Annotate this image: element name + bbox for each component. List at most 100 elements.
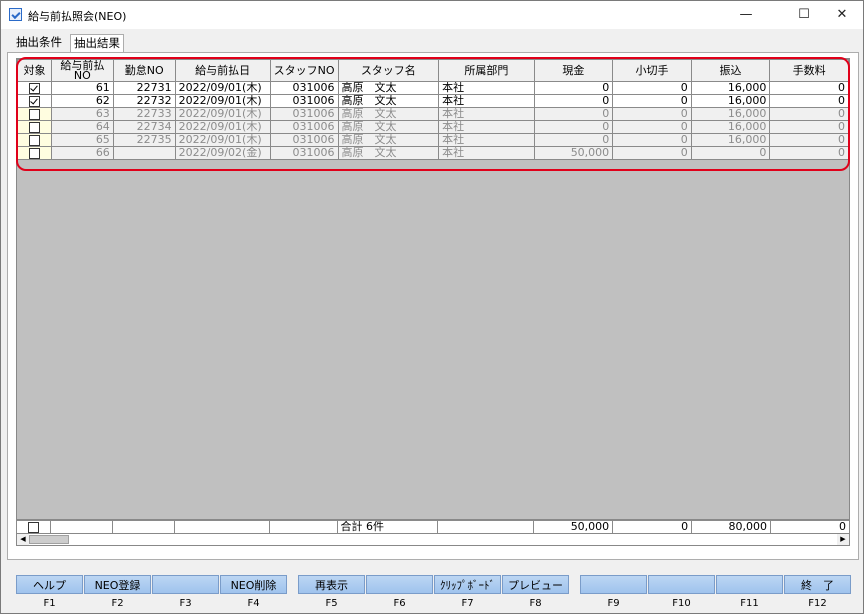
close-button[interactable]: ✕ xyxy=(819,1,863,29)
cell-staff-no: 031006 xyxy=(269,107,339,121)
totals-check: 0 xyxy=(612,520,693,533)
cell-fee: 0 xyxy=(769,94,849,108)
minimize-button[interactable]: — xyxy=(723,1,769,29)
column-header-7[interactable]: 現金 xyxy=(533,59,614,82)
totals-fee: 0 xyxy=(770,520,850,533)
column-header-text: 小切手 xyxy=(635,64,669,77)
totals-row: 合計 6件 50,000 0 80,000 0 xyxy=(16,520,850,533)
cell-transfer: 16,000 xyxy=(690,81,771,95)
row-select-cell[interactable] xyxy=(17,81,52,95)
totals-select-all[interactable] xyxy=(16,520,51,533)
scroll-thumb[interactable] xyxy=(29,535,69,544)
fkey-button-f12[interactable]: 終 了 xyxy=(784,575,851,594)
table-row[interactable]: 64 22734 2022/09/01(木) 031006 高原 文太 本社 0 0 16,00… xyxy=(17,120,849,134)
tab-extraction-conditions[interactable]: 抽出条件 xyxy=(13,34,65,51)
row-select-cell[interactable] xyxy=(17,107,52,121)
window-title: 給与前払照会(NEO) xyxy=(28,10,127,23)
row-checkbox[interactable] xyxy=(28,95,40,107)
cell-staff-no: 031006 xyxy=(269,146,339,160)
cell-staff-no: 031006 xyxy=(269,133,339,147)
table-row[interactable]: 61 22731 2022/09/01(木) 031006 高原 文太 本社 0 0 16,00… xyxy=(17,81,849,95)
column-header-text: 現金 xyxy=(562,64,585,77)
cell-fee: 0 xyxy=(769,107,849,121)
cell-staff-no: 031006 xyxy=(269,120,339,134)
cell-attend-no: 22732 xyxy=(112,94,176,108)
fkey-label-f7: F7 xyxy=(461,598,474,609)
column-header-9[interactable]: 振込 xyxy=(690,59,771,82)
results-grid[interactable]: 対象 給与前払 NO 勤怠NO 給与前払日 スタッフNO スタッフ名 所属部門 現金 小切手 振込 手… xyxy=(16,58,850,520)
fkey-button-f11[interactable] xyxy=(716,575,783,594)
cell-date: 2022/09/01(木) xyxy=(174,81,271,95)
cell-transfer: 16,000 xyxy=(690,107,771,121)
fkey-button-f2[interactable]: NEO登録 xyxy=(84,575,151,594)
fkey-label-f12: F12 xyxy=(808,598,827,609)
fkey-button-f4[interactable]: NEO削除 xyxy=(220,575,287,594)
row-select-cell[interactable] xyxy=(17,133,52,147)
cell-fee: 0 xyxy=(769,133,849,147)
cell-dept: 本社 xyxy=(438,120,535,134)
tab-extraction-results[interactable]: 抽出結果 xyxy=(70,34,124,52)
column-header-0[interactable]: 対象 xyxy=(17,59,52,82)
cell-date: 2022/09/01(木) xyxy=(174,94,271,108)
column-header-text: 所属部門 xyxy=(464,64,509,77)
fkey-label-f5: F5 xyxy=(325,598,338,609)
column-header-text: 給与前払日 xyxy=(195,64,251,77)
fkey-button-f7[interactable]: ｸﾘｯﾌﾟﾎﾞｰﾄﾞ xyxy=(434,575,501,594)
fkey-button-f9[interactable] xyxy=(580,575,647,594)
cell-cash: 50,000 xyxy=(533,146,614,160)
cell-cash: 0 xyxy=(533,120,614,134)
cell-adv-no: 64 xyxy=(50,120,114,134)
row-checkbox[interactable] xyxy=(28,121,40,133)
cell-fee: 0 xyxy=(769,146,849,160)
column-header-3[interactable]: 給与前払日 xyxy=(174,59,271,82)
cell-transfer: 16,000 xyxy=(690,120,771,134)
horizontal-scrollbar[interactable]: ◀ ▶ xyxy=(16,533,850,546)
cell-date: 2022/09/01(木) xyxy=(174,107,271,121)
fkey-label-f3: F3 xyxy=(179,598,192,609)
app-icon xyxy=(9,8,22,21)
fkey-button-f10[interactable] xyxy=(648,575,715,594)
column-header-text: スタッフ名 xyxy=(360,64,416,77)
column-header-4[interactable]: スタッフNO xyxy=(269,59,339,82)
fkey-button-f5[interactable]: 再表示 xyxy=(298,575,365,594)
cell-staff-name: 高原 文太 xyxy=(337,120,440,134)
table-row[interactable]: 66 2022/09/02(金) 031006 高原 文太 本社 50,000 0 0 0 xyxy=(17,146,849,160)
column-header-2[interactable]: 勤怠NO xyxy=(112,59,176,82)
cell-dept: 本社 xyxy=(438,94,535,108)
scroll-right-icon[interactable]: ▶ xyxy=(837,534,849,545)
select-all-checkbox[interactable] xyxy=(27,521,39,533)
column-header-8[interactable]: 小切手 xyxy=(612,59,692,82)
fkey-button-f3[interactable] xyxy=(152,575,219,594)
row-checkbox[interactable] xyxy=(28,82,40,94)
cell-dept: 本社 xyxy=(438,133,535,147)
column-header-6[interactable]: 所属部門 xyxy=(438,59,535,82)
row-checkbox[interactable] xyxy=(28,108,40,120)
column-header-5[interactable]: スタッフ名 xyxy=(337,59,440,82)
fkey-button-f8[interactable]: プレビュー xyxy=(502,575,569,594)
fkey-label-f11: F11 xyxy=(740,598,759,609)
table-row[interactable]: 65 22735 2022/09/01(木) 031006 高原 文太 本社 0 0 16,00… xyxy=(17,133,849,147)
cell-check: 0 xyxy=(612,120,692,134)
totals-transfer: 80,000 xyxy=(691,520,772,533)
cell-check: 0 xyxy=(612,107,692,121)
row-select-cell[interactable] xyxy=(17,120,52,134)
row-checkbox[interactable] xyxy=(28,134,40,146)
cell-dept: 本社 xyxy=(438,146,535,160)
column-header-10[interactable]: 手数料 xyxy=(769,59,849,82)
fkey-button-f1[interactable]: ヘルプ xyxy=(16,575,83,594)
column-header-1[interactable]: 給与前払 NO xyxy=(50,59,114,82)
cell-staff-no: 031006 xyxy=(269,94,339,108)
fkey-label-f10: F10 xyxy=(672,598,691,609)
row-select-cell[interactable] xyxy=(17,94,52,108)
fkey-button-f6[interactable] xyxy=(366,575,433,594)
scroll-left-icon[interactable]: ◀ xyxy=(17,534,29,545)
fkey-label-f9: F9 xyxy=(607,598,620,609)
row-checkbox[interactable] xyxy=(28,147,40,159)
column-header-text: 勤怠NO xyxy=(124,64,164,77)
table-row[interactable]: 62 22732 2022/09/01(木) 031006 高原 文太 本社 0 0 16,00… xyxy=(17,94,849,108)
cell-fee: 0 xyxy=(769,120,849,134)
cell-date: 2022/09/01(木) xyxy=(174,133,271,147)
totals-table: 合計 6件 50,000 0 80,000 0 xyxy=(16,520,850,533)
row-select-cell[interactable] xyxy=(17,146,52,160)
table-row[interactable]: 63 22733 2022/09/01(木) 031006 高原 文太 本社 0 0 16,00… xyxy=(17,107,849,121)
